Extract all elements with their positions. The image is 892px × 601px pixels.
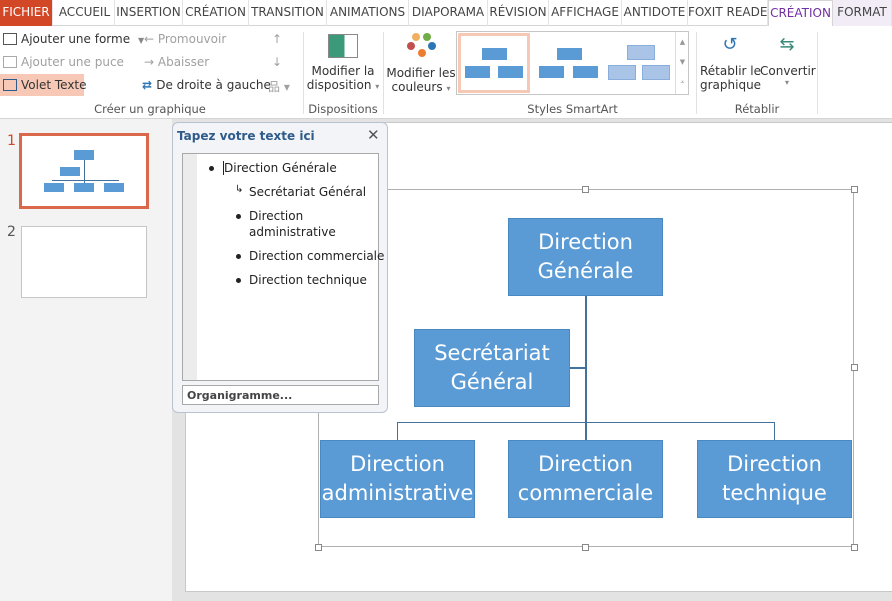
- slide-thumbnails-panel: 1 2: [0, 119, 172, 601]
- bullet-icon: [236, 254, 241, 259]
- text-pane-editor[interactable]: Direction Générale ↳ Secrétariat Général…: [182, 153, 384, 381]
- change-colors-button[interactable]: Modifier les couleurs ▾: [386, 30, 456, 100]
- arrow-right-icon: →: [144, 55, 158, 69]
- gallery-scrollbar[interactable]: ▲ ▼ ⩡: [675, 32, 689, 94]
- resize-handle[interactable]: [582, 544, 589, 551]
- text-pane-item[interactable]: Direction Générale: [224, 161, 337, 175]
- tab-antidote[interactable]: ANTIDOTE: [622, 0, 688, 26]
- text-pane-icon: [3, 79, 17, 91]
- slide-thumbnail-1[interactable]: [19, 133, 149, 209]
- tab-insertion[interactable]: INSERTION: [115, 0, 183, 26]
- resize-handle[interactable]: [582, 186, 589, 193]
- add-bullet-button[interactable]: Ajouter une puce: [3, 55, 124, 69]
- text-pane-item[interactable]: Direction: [249, 209, 303, 223]
- bullet-icon: [236, 278, 241, 283]
- tab-affichage[interactable]: AFFICHAGE: [549, 0, 622, 26]
- org-box-commerciale[interactable]: Direction commerciale: [508, 440, 663, 518]
- add-shape-button[interactable]: Ajouter une forme ▼: [3, 32, 144, 46]
- smartart-styles-gallery: ▲ ▼ ⩡: [456, 31, 689, 95]
- right-to-left-button[interactable]: ⇄ De droite à gauche: [142, 78, 271, 92]
- demote-button[interactable]: → Abaisser: [144, 55, 209, 69]
- text-pane-item[interactable]: administrative: [249, 225, 336, 239]
- slide-number: 1: [7, 133, 16, 149]
- group-label-layouts: Dispositions: [308, 102, 378, 116]
- tab-diaporama[interactable]: DIAPORAMA: [409, 0, 488, 26]
- resize-handle[interactable]: [851, 364, 858, 371]
- move-down-button[interactable]: ↓: [272, 55, 282, 69]
- swap-arrows-icon: ⇄: [142, 78, 157, 92]
- resize-handle[interactable]: [851, 186, 858, 193]
- tab-accueil[interactable]: ACCUEIL: [55, 0, 115, 26]
- text-pane-button[interactable]: Volet Texte: [0, 74, 87, 96]
- bullet-icon: [236, 214, 241, 219]
- tab-creation[interactable]: CRÉATION: [183, 0, 249, 26]
- promote-button[interactable]: ← Promouvoir: [144, 32, 226, 46]
- text-pane-item[interactable]: Direction commerciale: [249, 249, 384, 263]
- bullet-icon: [209, 166, 214, 171]
- tab-revision[interactable]: RÉVISION: [488, 0, 549, 26]
- resize-handle[interactable]: [315, 544, 322, 551]
- tab-smartart-creation[interactable]: CRÉATION: [768, 0, 833, 27]
- convert-button[interactable]: ⇆ Convertir ▾: [760, 30, 816, 100]
- smartart-type-link[interactable]: Organigramme...: [182, 385, 379, 405]
- arrow-down-icon: ↓: [272, 55, 283, 69]
- text-pane: Tapez votre texte ici ✕ Direction Généra…: [172, 122, 388, 413]
- arrow-up-icon: ↑: [272, 32, 283, 46]
- layout-org-button[interactable]: 品 ▾: [268, 78, 290, 95]
- style-option-3[interactable]: [605, 33, 677, 93]
- group-label-reset: Rétablir: [734, 102, 780, 116]
- text-pane-title: Tapez votre texte ici: [177, 129, 315, 143]
- org-box-administrative[interactable]: Direction administrative: [320, 440, 475, 518]
- org-box-direction-generale[interactable]: Direction Générale: [508, 218, 663, 296]
- tab-format[interactable]: FORMAT: [833, 0, 892, 26]
- layout-icon: [328, 34, 358, 58]
- connector-line: [397, 422, 398, 441]
- divider: [817, 32, 818, 114]
- change-layout-button[interactable]: Modifier la disposition ▾: [306, 30, 380, 100]
- ribbon-tabs: FICHIER ACCUEIL INSERTION CRÉATION TRANS…: [0, 0, 892, 27]
- bullet-list-icon: [3, 56, 17, 68]
- resize-handle[interactable]: [851, 544, 858, 551]
- arrow-left-icon: ←: [144, 32, 158, 46]
- divider: [696, 32, 697, 114]
- connector-line: [397, 422, 775, 423]
- tab-fichier[interactable]: FICHIER: [0, 0, 53, 26]
- reset-graphic-button[interactable]: ↺ Rétablir le graphique: [700, 30, 761, 100]
- connector-line: [774, 422, 775, 441]
- close-icon[interactable]: ✕: [367, 126, 380, 144]
- divider: [303, 32, 304, 114]
- reset-icon: ↺: [722, 34, 738, 55]
- ribbon: Ajouter une forme ▼ Ajouter une puce Vol…: [0, 26, 892, 119]
- add-shape-icon: [3, 33, 17, 45]
- style-option-1[interactable]: [458, 33, 530, 93]
- group-label-styles: Styles SmartArt: [527, 102, 618, 116]
- slide-thumbnail-2[interactable]: [21, 226, 147, 298]
- divider: [383, 32, 384, 114]
- move-up-button[interactable]: ↑: [272, 32, 282, 46]
- text-pane-item[interactable]: Secrétariat Général: [249, 185, 366, 199]
- org-box-secretariat[interactable]: Secrétariat Général: [414, 329, 570, 407]
- org-box-technique[interactable]: Direction technique: [697, 440, 852, 518]
- assistant-arrow-icon: ↳: [235, 184, 244, 195]
- tab-foxit[interactable]: FOXIT READE: [688, 0, 768, 26]
- group-label-create: Créer un graphique: [94, 102, 206, 116]
- color-dots-icon: [406, 33, 436, 59]
- style-option-2[interactable]: [533, 33, 605, 93]
- tab-animations[interactable]: ANIMATIONS: [327, 0, 409, 26]
- convert-icon: ⇆: [779, 34, 795, 55]
- org-chart-icon: 品 ▾: [268, 80, 290, 94]
- connector-line: [569, 367, 586, 369]
- slide-number: 2: [7, 224, 16, 240]
- text-pane-item[interactable]: Direction technique: [249, 273, 367, 287]
- tab-transition[interactable]: TRANSITION: [249, 0, 327, 26]
